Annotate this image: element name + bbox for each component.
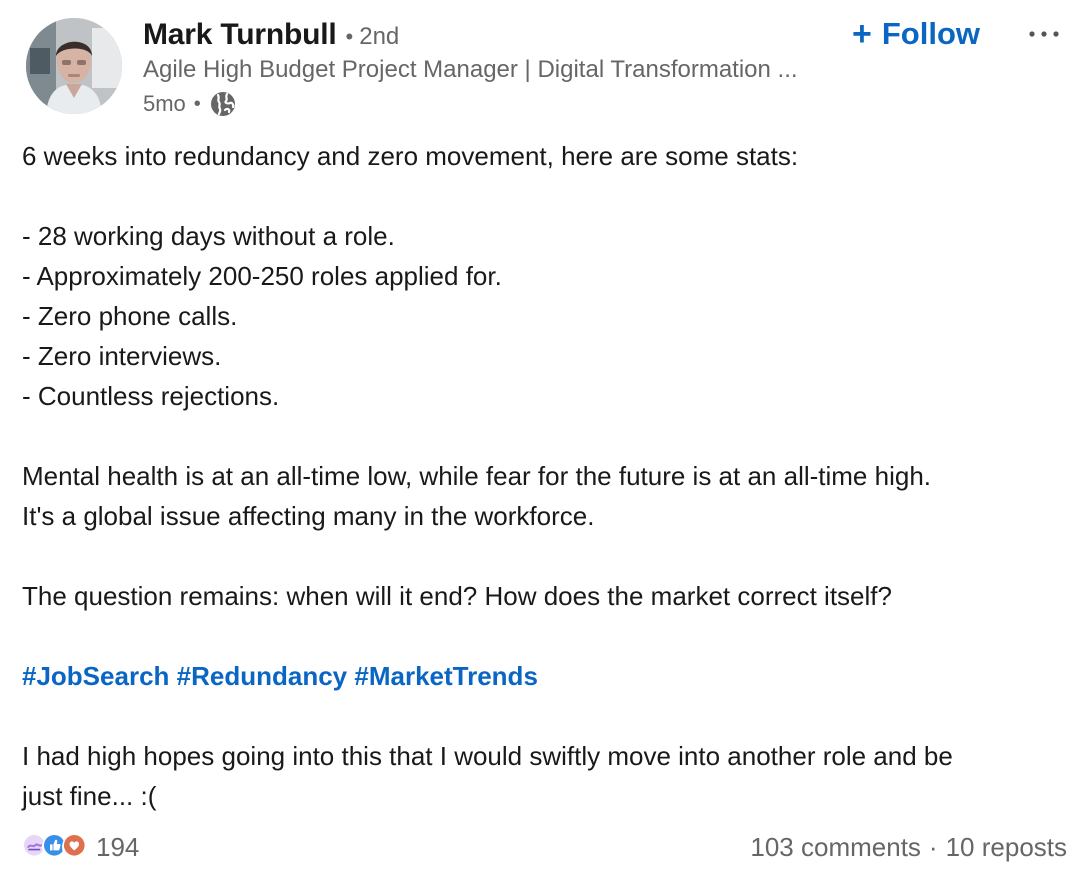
separator-dot: •	[193, 92, 201, 115]
social-counts: 103 comments · 10 reposts	[750, 828, 1067, 866]
post-meta: 5mo •	[143, 88, 237, 120]
stat-line: - Countless rejections.	[22, 381, 280, 411]
love-icon	[62, 833, 90, 861]
paragraph-line: just fine... :(	[22, 781, 157, 811]
separator-dot: •	[345, 24, 354, 49]
follow-button[interactable]: + Follow	[852, 12, 980, 56]
connection-degree: 2nd	[359, 23, 400, 50]
hashtag-link[interactable]: #Redundancy	[177, 661, 348, 691]
hashtag-link[interactable]: #JobSearch	[22, 661, 169, 691]
plus-icon: +	[852, 15, 872, 53]
hashtag-link[interactable]: #MarketTrends	[354, 661, 538, 691]
author-name[interactable]: Mark Turnbull	[143, 18, 337, 52]
comments-count-link[interactable]: 103 comments	[750, 832, 921, 863]
paragraph-line: Mental health is at an all-time low, whi…	[22, 461, 931, 491]
linkedin-post: Mark Turnbull • 2nd Agile High Budget Pr…	[0, 0, 1090, 872]
post-body: 6 weeks into redundancy and zero movemen…	[22, 136, 1082, 816]
post-timestamp[interactable]: 5mo	[143, 91, 186, 117]
more-options-button[interactable]	[1024, 14, 1064, 54]
globe-icon	[209, 90, 237, 118]
reaction-icons	[22, 833, 90, 861]
hashtag-row: #JobSearch #Redundancy #MarketTrends	[22, 656, 1082, 696]
paragraph-line: The question remains: when will it end? …	[22, 581, 892, 611]
reaction-count: 194	[96, 831, 140, 862]
follow-label: Follow	[881, 16, 981, 51]
more-horizontal-icon	[1029, 31, 1059, 37]
stat-line: - Approximately 200-250 roles applied fo…	[22, 261, 502, 291]
reactions-summary[interactable]: 194	[22, 830, 139, 864]
author-avatar[interactable]	[26, 18, 122, 114]
separator-dot: ·	[928, 831, 938, 862]
reposts-count-link[interactable]: 10 reposts	[946, 832, 1067, 863]
paragraph-line: I had high hopes going into this that I …	[22, 741, 953, 771]
author-name-row: Mark Turnbull • 2nd	[143, 18, 399, 58]
paragraph-line: It's a global issue affecting many in th…	[22, 501, 595, 531]
stat-line: - Zero phone calls.	[22, 301, 238, 331]
author-headline[interactable]: Agile High Budget Project Manager | Digi…	[143, 56, 843, 90]
stat-line: - 28 working days without a role.	[22, 221, 395, 251]
avatar-photo	[26, 18, 122, 114]
stat-line: - Zero interviews.	[22, 341, 222, 371]
post-intro: 6 weeks into redundancy and zero movemen…	[22, 141, 799, 171]
